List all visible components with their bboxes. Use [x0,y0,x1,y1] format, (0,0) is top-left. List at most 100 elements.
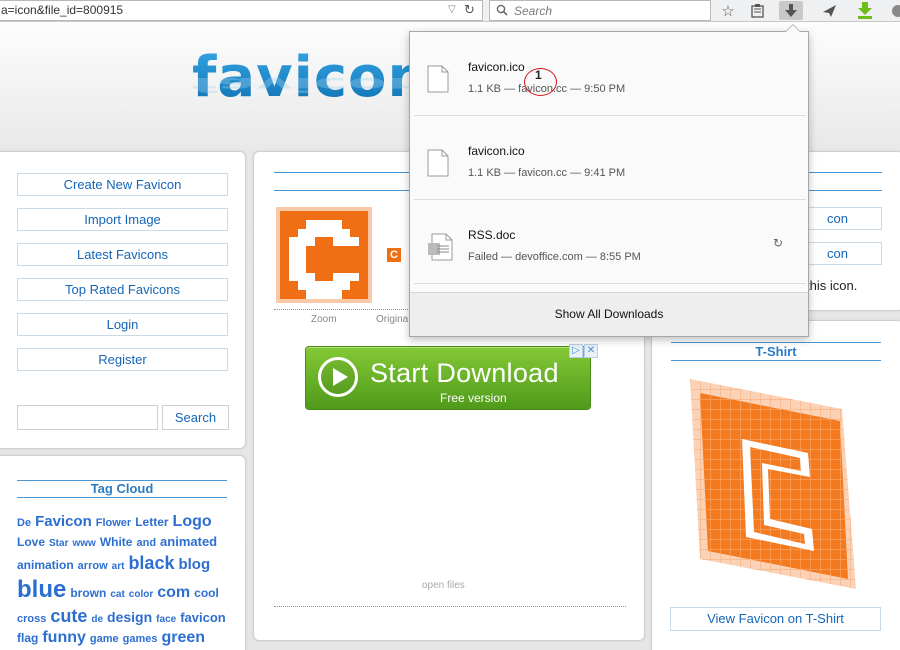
bookmark-star-icon[interactable]: ☆ [716,1,740,20]
retry-icon[interactable]: ↻ [773,236,783,250]
favicon-pixel [297,281,307,291]
favicon-zoom-image [280,211,368,299]
tag-link[interactable]: arrow [78,560,108,574]
zoom-caption: Zoom [311,314,337,325]
tag-link[interactable]: com [157,583,190,603]
ad-title: Start Download [370,358,559,388]
favicon-pixel [315,219,324,229]
tag-link[interactable]: flag [17,631,38,646]
tag-link[interactable]: Favicon [35,513,92,532]
import-image-button[interactable]: Import Image [17,208,228,231]
ad-close-icon[interactable]: ✕ [584,344,598,358]
tag-link[interactable]: blue [17,575,66,605]
tag-link[interactable]: black [128,552,174,575]
tshirt-header-line-bottom [671,360,881,361]
tag-link[interactable]: games [123,633,158,647]
right-action-link-1-label: con [827,211,848,226]
tag-link[interactable]: Flower [96,517,131,531]
open-files-label: open files [422,580,465,591]
left-menu-panel: Create New Favicon Import Image Latest F… [0,151,246,449]
favicon-pixel [324,228,333,238]
tag-link[interactable]: and [136,537,156,551]
download-item[interactable]: favicon.ico 1.1 KB — favicon.cc — 9:50 P… [410,32,810,116]
play-icon [318,357,358,397]
reload-icon[interactable]: ↻ [464,2,475,18]
tag-link[interactable]: www [72,538,95,551]
detail-bottom-divider [274,606,626,607]
tag-link[interactable]: de [91,614,103,627]
send-arrow-icon[interactable] [817,1,841,20]
tag-link[interactable]: Star [49,538,68,551]
register-button[interactable]: Register [17,348,228,371]
favicon-pixel [306,281,316,291]
tag-link[interactable]: funny [42,628,86,648]
tag-link[interactable]: cute [50,605,87,628]
favicon-pixel [288,237,298,247]
tag-link[interactable]: cool [194,586,219,601]
url-bar[interactable]: a=icon&file_id=800915 [0,0,483,21]
site-search-input[interactable] [17,405,158,430]
favicon-pixel [297,263,307,273]
adchoices-icon[interactable]: ▷ [569,344,583,358]
download-meta: Failed — devoffice.com — 8:55 PM [468,251,641,263]
start-download-ad[interactable]: Start Download Free version [305,346,591,410]
tag-link[interactable]: animation [17,558,74,573]
tag-link[interactable]: design [107,609,152,627]
download-item[interactable]: RSS.doc Failed — devoffice.com — 8:55 PM… [410,200,810,284]
tag-link[interactable]: animated [160,534,217,550]
latest-favicons-button[interactable]: Latest Favicons [17,243,228,266]
tag-link[interactable]: brown [70,586,106,601]
url-dropdown-icon[interactable]: ▽ [448,4,456,15]
login-button[interactable]: Login [17,313,228,336]
right-info-text: this icon. [806,278,858,293]
tag-cloud: De Favicon Flower Letter Logo Love Star www Whit… [17,512,231,648]
view-favicon-on-tshirt-link[interactable]: View Favicon on T-Shirt [670,607,881,631]
tag-link[interactable]: favicon [180,610,226,626]
favicon-pixel [306,290,316,299]
search-bar[interactable]: Search [489,0,711,21]
tshirt-header-line-top [671,342,881,343]
favicon-pixel [306,228,316,238]
favicon-pixel [332,219,342,229]
favicon-zoom-preview [276,207,372,303]
annotation-number: 1 [535,68,542,82]
tag-link[interactable]: Love [17,535,45,550]
tag-link[interactable]: cross [17,613,46,627]
favicon-pixel [332,228,342,238]
tag-link[interactable]: color [129,589,153,602]
tag-link[interactable]: green [162,628,206,648]
downloads-panel-arrow [785,24,801,32]
right-action-link-2-label: con [827,246,848,261]
site-search-button[interactable]: Search [162,405,229,430]
menu-addon-icon[interactable] [886,1,900,20]
favicon-pixel [332,237,342,247]
tag-link[interactable]: De [17,517,31,531]
download-filename: favicon.ico [468,60,525,74]
tag-link[interactable]: Letter [135,515,168,530]
favicon-pixel [288,272,298,282]
tag-link[interactable]: blog [178,556,210,575]
create-new-favicon-button[interactable]: Create New Favicon [17,173,228,196]
favicon-pixel [297,237,307,247]
tag-link[interactable]: art [112,561,125,574]
reading-list-icon[interactable] [745,1,769,20]
favicon-pixel [315,281,324,291]
url-text: a=icon&file_id=800915 [1,3,124,17]
search-icon [496,4,508,16]
downloads-button-icon[interactable] [779,1,803,20]
favicon-pixel [306,272,316,282]
tag-cloud-header-line-bottom [17,497,227,498]
tag-link[interactable]: cat [110,589,124,602]
download-separator [414,283,806,284]
tag-link[interactable]: Logo [173,512,212,532]
tag-link[interactable]: White [100,535,133,550]
show-all-downloads-label: Show All Downloads [554,307,664,321]
favicon-pixel [297,272,307,282]
favicon-pixel [288,263,298,273]
show-all-downloads-button[interactable]: Show All Downloads [410,292,808,336]
download-item[interactable]: favicon.ico 1.1 KB — favicon.cc — 9:41 P… [410,116,810,200]
top-rated-favicons-button[interactable]: Top Rated Favicons [17,278,228,301]
green-download-addon-icon[interactable] [853,1,877,20]
tag-link[interactable]: face [156,614,176,627]
tag-link[interactable]: game [90,633,119,647]
